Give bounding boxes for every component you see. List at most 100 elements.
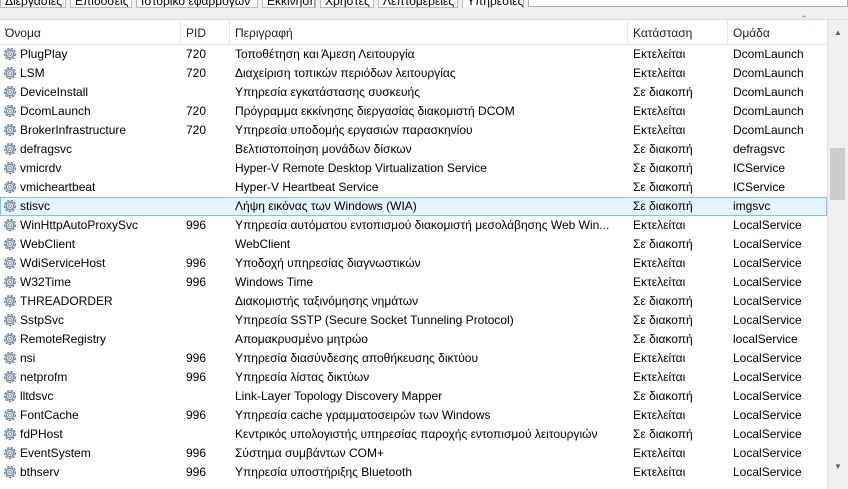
gear-icon	[3, 47, 17, 61]
table-row[interactable]: lltdsvc Link-Layer Topology Discovery Ma…	[0, 387, 827, 406]
service-group: LocalService	[733, 294, 802, 308]
service-status: Εκτελείται	[633, 104, 686, 118]
vertical-scrollbar[interactable]: ▲ ▼	[827, 20, 848, 489]
tab-performance[interactable]: Επιδόσεις	[70, 0, 132, 8]
chevron-up-icon[interactable]: ▲	[828, 24, 848, 41]
service-group: LocalService	[733, 351, 802, 365]
table-row[interactable]: vmicrdv Hyper-V Remote Desktop Virtualiz…	[0, 159, 827, 178]
gear-icon	[3, 66, 17, 80]
table-row[interactable]: W32Time 996 Windows Time Εκτελείται Loca…	[0, 273, 827, 292]
service-pid	[186, 387, 230, 406]
tab-services[interactable]: Υπηρεσίες	[462, 0, 524, 8]
service-description: Υπηρεσία αυτόματου εντοπισμού διακομιστή…	[235, 218, 610, 232]
gear-icon	[3, 332, 17, 346]
service-pid	[186, 83, 230, 102]
chevron-down-icon[interactable]: ▼	[828, 458, 848, 475]
table-row[interactable]: LSM 720 Διαχείριση τοπικών περιόδων λειτ…	[0, 64, 827, 83]
service-description: Διαχείριση τοπικών περιόδων λειτουργίας	[235, 66, 456, 80]
service-group: defragsvc	[733, 142, 786, 156]
service-group: LocalService	[733, 370, 802, 384]
service-description: Υπηρεσία υποδομής εργασιών παρασκηνίου	[235, 123, 473, 137]
scrollbar-thumb[interactable]	[830, 148, 845, 200]
service-status: Σε διακοπή	[633, 427, 693, 441]
service-group: LocalService	[733, 237, 802, 251]
table-row[interactable]: netprofm 996 Υπηρεσία λίστας δικτύων Εκτ…	[0, 368, 827, 387]
service-group: LocalService	[733, 256, 802, 270]
sort-ascending-icon: ⌃	[800, 14, 808, 24]
column-header-status[interactable]: Κατάσταση	[628, 20, 728, 44]
table-row[interactable]: WdiServiceHost 996 Υποδοχή υπηρεσίας δια…	[0, 254, 827, 273]
service-name: LSM	[20, 66, 45, 80]
table-row[interactable]: RemoteRegistry Απομακρυσμένο μητρώο Σε δ…	[0, 330, 827, 349]
table-row[interactable]: PlugPlay 720 Τοποθέτηση και Άμεση Λειτου…	[0, 45, 827, 64]
service-group: DcomLaunch	[733, 123, 804, 137]
gear-icon	[3, 351, 17, 365]
table-row[interactable]: DcomLaunch 720 Πρόγραμμα εκκίνησης διεργ…	[0, 102, 827, 121]
service-name: fdPHost	[20, 427, 63, 441]
service-group: ICService	[733, 180, 786, 194]
service-description: Υπηρεσία λίστας δικτύων	[235, 370, 370, 384]
service-status: Σε διακοπή	[633, 313, 693, 327]
service-description: Υποδοχή υπηρεσίας διαγνωστικών	[235, 256, 421, 270]
service-pid	[186, 330, 230, 349]
table-row[interactable]: FontCache 996 Υπηρεσία cache γραμματοσει…	[0, 406, 827, 425]
gear-icon	[3, 85, 17, 99]
service-name: THREADORDER	[20, 294, 113, 308]
table-row[interactable]: WebClient WebClient Σε διακοπή LocalServ…	[0, 235, 827, 254]
service-pid: 996	[186, 446, 207, 460]
service-description: Windows Time	[235, 275, 314, 289]
service-pid: 720	[186, 123, 207, 137]
tab-app-history[interactable]: Ιστορικό εφαρμογών	[136, 0, 258, 8]
column-header-row: Όνομα PID Περιγραφή Κατάσταση Ομάδα ⌃	[0, 14, 827, 45]
service-pid: 996	[186, 218, 207, 232]
gear-icon	[3, 294, 17, 308]
service-name: EventSystem	[20, 446, 91, 460]
gear-icon	[3, 180, 17, 194]
service-group: DcomLaunch	[733, 47, 804, 61]
table-row[interactable]: DeviceInstall Υπηρεσία εγκατάστασης συσκ…	[0, 83, 827, 102]
tab-details[interactable]: Λεπτομέρειες	[378, 0, 458, 8]
service-name: BrokerInfrastructure	[20, 123, 127, 137]
table-row[interactable]: BrokerInfrastructure 720 Υπηρεσία υποδομ…	[0, 121, 827, 140]
column-header-pid[interactable]: PID	[181, 20, 230, 44]
service-name: WebClient	[20, 237, 76, 251]
gear-icon	[3, 370, 17, 384]
gear-icon	[3, 123, 17, 137]
table-row[interactable]: THREADORDER Διακομιστής ταξινόμησης νημά…	[0, 292, 827, 311]
service-pid	[186, 425, 230, 444]
service-pid	[186, 197, 230, 216]
table-row[interactable]: vmicheartbeat Hyper-V Heartbeat Service …	[0, 178, 827, 197]
table-row[interactable]: defragsvc Βελτιστοποίηση μονάδων δίσκων …	[0, 140, 827, 159]
search-input[interactable]	[528, 0, 848, 7]
gear-icon	[3, 237, 17, 251]
tab-users[interactable]: Χρήστες	[320, 0, 374, 8]
service-group: LocalService	[733, 427, 802, 441]
column-header-group[interactable]: Ομάδα	[728, 20, 827, 44]
column-header-description[interactable]: Περιγραφή	[230, 20, 628, 44]
column-header-name[interactable]: Όνομα	[0, 20, 181, 44]
table-row[interactable]: fdPHost Κεντρικός υπολογιστής υπηρεσίας …	[0, 425, 827, 444]
table-row[interactable]: bthserv 996 Υπηρεσία υποστήριξης Bluetoo…	[0, 463, 827, 482]
tab-processes[interactable]: Διεργασίες	[0, 0, 66, 8]
service-description: Σύστημα συμβάντων COM+	[235, 446, 384, 460]
service-name: netprofm	[20, 370, 68, 384]
service-pid: 720	[186, 66, 207, 80]
table-row[interactable]: stisvc Λήψη εικόνας των Windows (WIA) Σε…	[0, 197, 827, 216]
service-status: Εκτελείται	[633, 465, 686, 479]
service-status: Εκτελείται	[633, 446, 686, 460]
tab-startup[interactable]: Εκκίνηση	[262, 0, 316, 8]
table-row[interactable]: nsi 996 Υπηρεσία διασύνδεσης αποθήκευσης…	[0, 349, 827, 368]
table-row[interactable]: SstpSvc Υπηρεσία SSTP (Secure Socket Tun…	[0, 311, 827, 330]
service-name: lltdsvc	[20, 389, 54, 403]
table-row[interactable]: EventSystem 996 Σύστημα συμβάντων COM+ Ε…	[0, 444, 827, 463]
service-description: Βελτιστοποίηση μονάδων δίσκων	[235, 142, 412, 156]
service-name: defragsvc	[20, 142, 73, 156]
service-status: Σε διακοπή	[633, 199, 693, 213]
service-name: vmicrdv	[20, 161, 62, 175]
service-status: Εκτελείται	[633, 66, 686, 80]
service-status: Σε διακοπή	[633, 85, 693, 99]
service-name: DeviceInstall	[20, 85, 89, 99]
service-name: bthserv	[20, 465, 60, 479]
table-row[interactable]: WinHttpAutoProxySvc 996 Υπηρεσία αυτόματ…	[0, 216, 827, 235]
service-pid: 996	[186, 465, 207, 479]
